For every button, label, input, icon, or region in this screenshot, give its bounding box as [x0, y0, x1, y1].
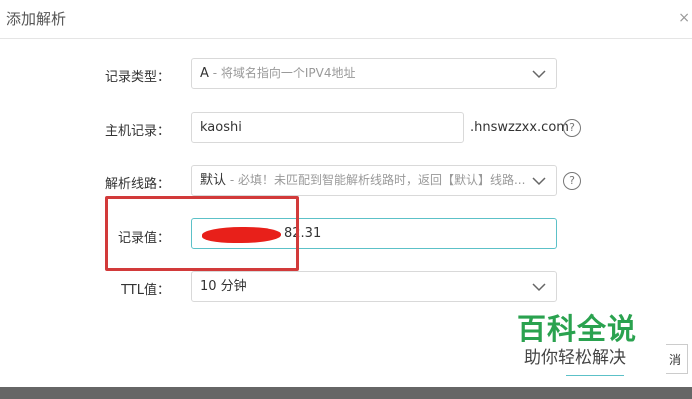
line-value: 默认: [200, 173, 227, 188]
record-type-hint: - 将域名指向一个IPV4地址: [208, 66, 356, 80]
ttl-select[interactable]: 10 分钟: [191, 271, 557, 302]
host-value: kaoshi: [200, 120, 242, 135]
chevron-down-icon: [532, 283, 546, 292]
help-icon[interactable]: ?: [563, 172, 581, 190]
line-hint: - 必填！未匹配到智能解析线路时，返回【默认】线路...: [226, 173, 526, 187]
ttl-value: 10 分钟: [200, 279, 247, 294]
watermark-title: 百科全说: [517, 312, 638, 346]
highlight-box: [105, 196, 299, 271]
domain-suffix: .hnswzzxx.com: [470, 120, 569, 135]
dialog-header: 添加解析 ×: [0, 0, 692, 39]
line-select[interactable]: 默认 - 必填！未匹配到智能解析线路时，返回【默认】线路...: [191, 165, 557, 196]
watermark: 百科全说 助你轻松解决: [496, 303, 666, 375]
help-icon[interactable]: ?: [563, 119, 581, 137]
add-record-dialog: 添加解析 × 记录类型： A - 将域名指向一个IPV4地址 主机记录： kao…: [0, 0, 692, 387]
chevron-down-icon: [532, 70, 546, 79]
host-input[interactable]: kaoshi: [191, 112, 464, 143]
close-icon[interactable]: ×: [678, 10, 690, 26]
record-type-value: A: [200, 66, 209, 81]
record-type-select[interactable]: A - 将域名指向一个IPV4地址: [191, 58, 557, 89]
dialog-title: 添加解析: [6, 10, 67, 28]
footer-bar: [0, 387, 692, 399]
chevron-down-icon: [532, 177, 546, 186]
watermark-subtitle: 助你轻松解决: [524, 348, 626, 368]
record-type-label: 记录类型：: [104, 70, 170, 85]
ttl-label: TTL值：: [121, 283, 170, 298]
host-label: 主机记录：: [104, 124, 170, 139]
line-label: 解析线路：: [104, 177, 170, 192]
